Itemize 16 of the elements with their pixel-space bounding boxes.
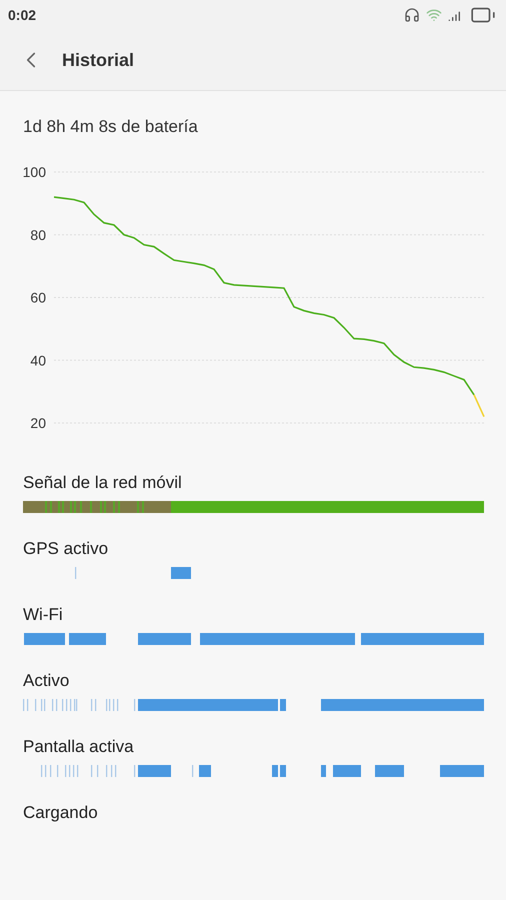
section-label: Pantalla activa	[23, 737, 135, 757]
status-time: 0:02	[8, 7, 36, 23]
battery-duration: 1d 8h 4m 8s de batería	[22, 116, 199, 137]
axis-label: 20	[30, 415, 46, 431]
axis-label: 60	[30, 290, 46, 306]
axis-label: 40	[30, 352, 46, 368]
page-title: Historial	[62, 50, 134, 70]
headphones-icon	[404, 7, 420, 23]
wifi-icon	[426, 7, 442, 23]
section-label: Señal de la red móvil	[23, 473, 183, 493]
axis-label: 100	[22, 164, 46, 180]
axis-label: 80	[30, 226, 46, 243]
section-label: Activo	[23, 671, 70, 691]
section-label: Wi-Fi	[23, 605, 64, 625]
section-label: Cargando	[23, 803, 99, 823]
section-label: GPS activo	[23, 539, 110, 559]
